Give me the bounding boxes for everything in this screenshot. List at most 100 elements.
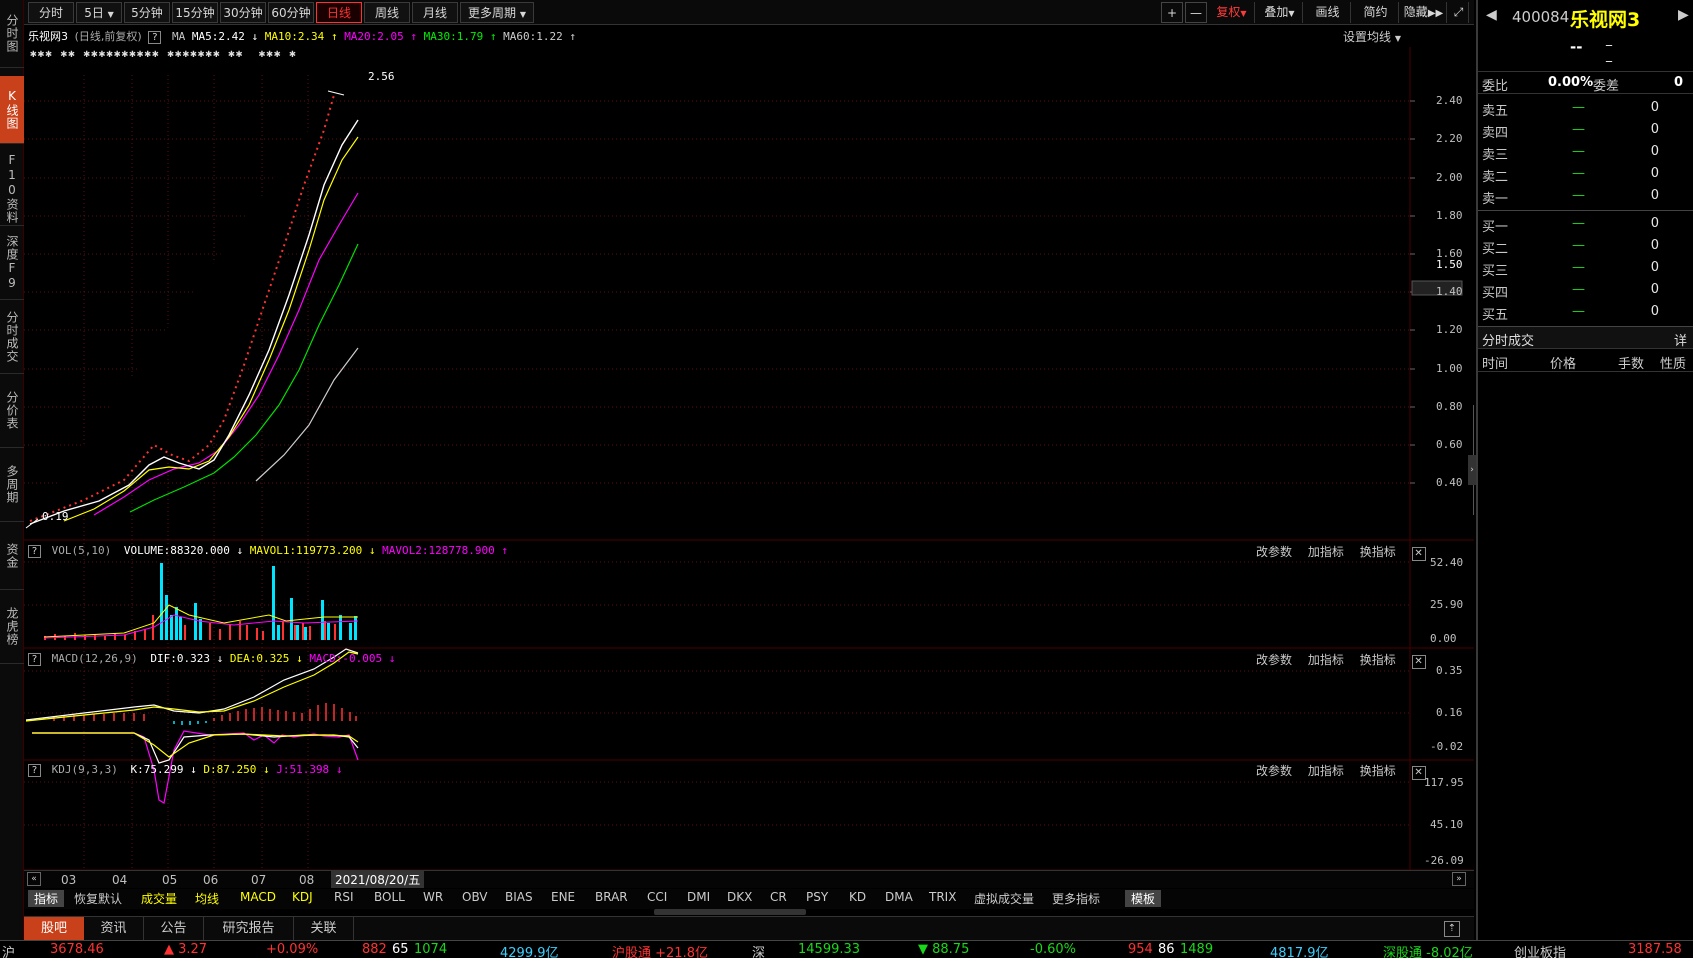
period-60min[interactable]: 60分钟 — [268, 2, 314, 23]
period-weekly[interactable]: 周线 — [364, 2, 410, 23]
restore-right-button[interactable]: 复权▼ — [1209, 2, 1255, 23]
indicator-tab-virtual-volume[interactable]: 虚拟成交量 — [974, 890, 1034, 907]
trades-title: 分时成交 — [1482, 334, 1535, 349]
sidebar-item-tick-trades[interactable]: 分时成交 — [0, 300, 24, 374]
order-volume: 0 — [1650, 166, 1659, 181]
bottom-tab-news[interactable]: 资讯 — [84, 917, 144, 941]
trades-columns: 时间 价格 手数 性质 — [1478, 350, 1693, 372]
ma-settings-button[interactable]: 设置均线 ▼ — [1343, 28, 1401, 45]
period-timeshare[interactable]: 分时 — [28, 2, 74, 23]
vol-change-params[interactable]: 改参数 — [1256, 545, 1292, 559]
period-5min[interactable]: 5分钟 — [124, 2, 170, 23]
bottom-tab-announcement[interactable]: 公告 — [144, 917, 204, 941]
orderbook-divider — [1478, 210, 1693, 211]
indicator-tab-more[interactable]: 更多指标 — [1052, 890, 1100, 907]
fullscreen-icon[interactable]: ⤢ — [1449, 2, 1469, 23]
chevron-down-icon: ▼ — [107, 10, 114, 19]
help-icon[interactable]: ? — [28, 763, 41, 777]
arrow-down-icon: ↓ — [216, 652, 224, 665]
prev-stock-icon[interactable]: ◀ — [1486, 7, 1497, 23]
next-stock-icon[interactable]: ▶ — [1678, 7, 1689, 23]
indicator-tab-cr[interactable]: CR — [770, 890, 787, 904]
indicator-tab-cci[interactable]: CCI — [647, 890, 667, 904]
kdj-add-indicator[interactable]: 加指标 — [1308, 764, 1344, 778]
period-monthly[interactable]: 月线 — [412, 2, 458, 23]
period-daily[interactable]: 日线 — [316, 2, 362, 23]
period-toolbar: 分时 5日 ▼ 5分钟 15分钟 30分钟 60分钟 日线 周线 月线 更多周期… — [24, 0, 1474, 25]
collapse-panel-handle[interactable]: › — [1468, 455, 1476, 485]
macd-switch-indicator[interactable]: 换指标 — [1360, 653, 1396, 667]
draw-line-button[interactable]: 画线 — [1305, 2, 1351, 23]
zoom-out-button[interactable]: — — [1185, 2, 1207, 23]
indicator-tab-ma[interactable]: 均线 — [195, 890, 219, 907]
indicator-tab-kdj[interactable]: KDJ — [292, 890, 313, 904]
weicha-value: 0 — [1674, 75, 1684, 90]
bottom-tab-research[interactable]: 研究报告 — [204, 917, 294, 941]
panel-resize-handle[interactable] — [654, 909, 806, 915]
indicator-tab-restore[interactable]: 恢复默认 — [74, 890, 122, 907]
help-icon[interactable]: ? — [28, 652, 41, 666]
sz-index: 14599.33 — [798, 942, 861, 957]
kdj-switch-indicator[interactable]: 换指标 — [1360, 764, 1396, 778]
macd-change-params[interactable]: 改参数 — [1256, 653, 1292, 667]
indicator-tab-rsi[interactable]: RSI — [334, 890, 354, 904]
indicator-tab-bias[interactable]: BIAS — [505, 890, 533, 904]
close-icon[interactable]: ✕ — [1411, 655, 1426, 669]
indicator-tab-dma[interactable]: DMA — [885, 890, 913, 904]
simple-mode-button[interactable]: 简约 — [1353, 2, 1399, 23]
sidebar-item-kline[interactable]: K线图 — [0, 76, 24, 144]
y-tick: 2.40 — [1436, 94, 1463, 107]
sidebar-item-timeshare[interactable]: 分时图 — [0, 0, 24, 68]
indicator-tab-macd[interactable]: MACD — [240, 890, 276, 904]
help-icon[interactable]: ? — [148, 30, 162, 44]
close-icon[interactable]: ✕ — [1411, 547, 1426, 561]
macd-add-indicator[interactable]: 加指标 — [1308, 653, 1344, 667]
scroll-right-button[interactable]: » — [1452, 872, 1466, 886]
help-icon[interactable]: ? — [28, 544, 41, 558]
vol-add-indicator[interactable]: 加指标 — [1308, 545, 1344, 559]
indicator-tab-dkx[interactable]: DKX — [727, 890, 752, 904]
trades-detail-button[interactable]: 详 — [1674, 330, 1687, 349]
expand-panel-icon[interactable]: ⇡ — [1444, 921, 1460, 937]
arrow-down-icon: ↓ — [388, 652, 396, 665]
period-30min[interactable]: 30分钟 — [220, 2, 266, 23]
sidebar-item-dragon-tiger[interactable]: 龙虎榜 — [0, 590, 24, 664]
scroll-left-button[interactable]: « — [27, 872, 41, 886]
quote-header: ◀ 400084 乐视网3 ▶ -- _ _ — [1478, 0, 1693, 72]
bottom-tab-related[interactable]: 关联 — [294, 917, 354, 941]
arrow-up-icon: ↑ — [489, 30, 497, 43]
period-5day-label: 5日 — [84, 6, 104, 20]
indicator-tab-label[interactable]: 指标 — [28, 890, 65, 907]
period-more[interactable]: 更多周期 ▼ — [460, 2, 534, 23]
bottom-tab-guba[interactable]: 股吧 — [24, 917, 84, 941]
zoom-in-button[interactable]: + — [1161, 2, 1183, 23]
sidebar-item-price-table[interactable]: 分价表 — [0, 374, 24, 448]
order-label: 买二 — [1482, 242, 1509, 257]
indicator-tab-ene[interactable]: ENE — [551, 890, 575, 904]
indicator-tab-volume[interactable]: 成交量 — [141, 890, 177, 907]
sidebar-item-funds[interactable]: 资金 — [0, 522, 24, 590]
period-5day[interactable]: 5日 ▼ — [76, 2, 122, 23]
last-price: -- — [1570, 38, 1583, 56]
kdj-change-params[interactable]: 改参数 — [1256, 764, 1292, 778]
sidebar-item-multi-period[interactable]: 多周期 — [0, 448, 24, 522]
indicator-tab-boll[interactable]: BOLL — [374, 890, 405, 904]
period-15min[interactable]: 15分钟 — [172, 2, 218, 23]
order-row-buy4: 买四 — 0 — [1482, 280, 1687, 301]
indicator-tab-brar[interactable]: BRAR — [595, 890, 628, 904]
indicator-tab-trix[interactable]: TRIX — [929, 890, 956, 904]
indicator-tab-kd[interactable]: KD — [849, 890, 866, 904]
indicator-tab-template[interactable]: 模板 — [1125, 890, 1162, 907]
arrow-down-icon: ↓ — [296, 652, 303, 665]
indicator-tab-obv[interactable]: OBV — [462, 890, 488, 904]
macd-y-tick: 0.16 — [1436, 706, 1463, 719]
indicator-tab-dmi[interactable]: DMI — [687, 890, 710, 904]
overlay-button[interactable]: 叠加▼ — [1257, 2, 1303, 23]
indicator-tab-wr[interactable]: WR — [423, 890, 443, 904]
vol-switch-indicator[interactable]: 换指标 — [1360, 545, 1396, 559]
trades-col-time: 时间 — [1482, 357, 1509, 372]
sidebar-item-depth-f9[interactable]: 深度F9 — [0, 226, 24, 300]
indicator-tab-psy[interactable]: PSY — [806, 890, 828, 904]
hide-button[interactable]: 隐藏▶▶ — [1401, 2, 1447, 23]
sidebar-item-f10[interactable]: F10资料 — [0, 152, 24, 226]
